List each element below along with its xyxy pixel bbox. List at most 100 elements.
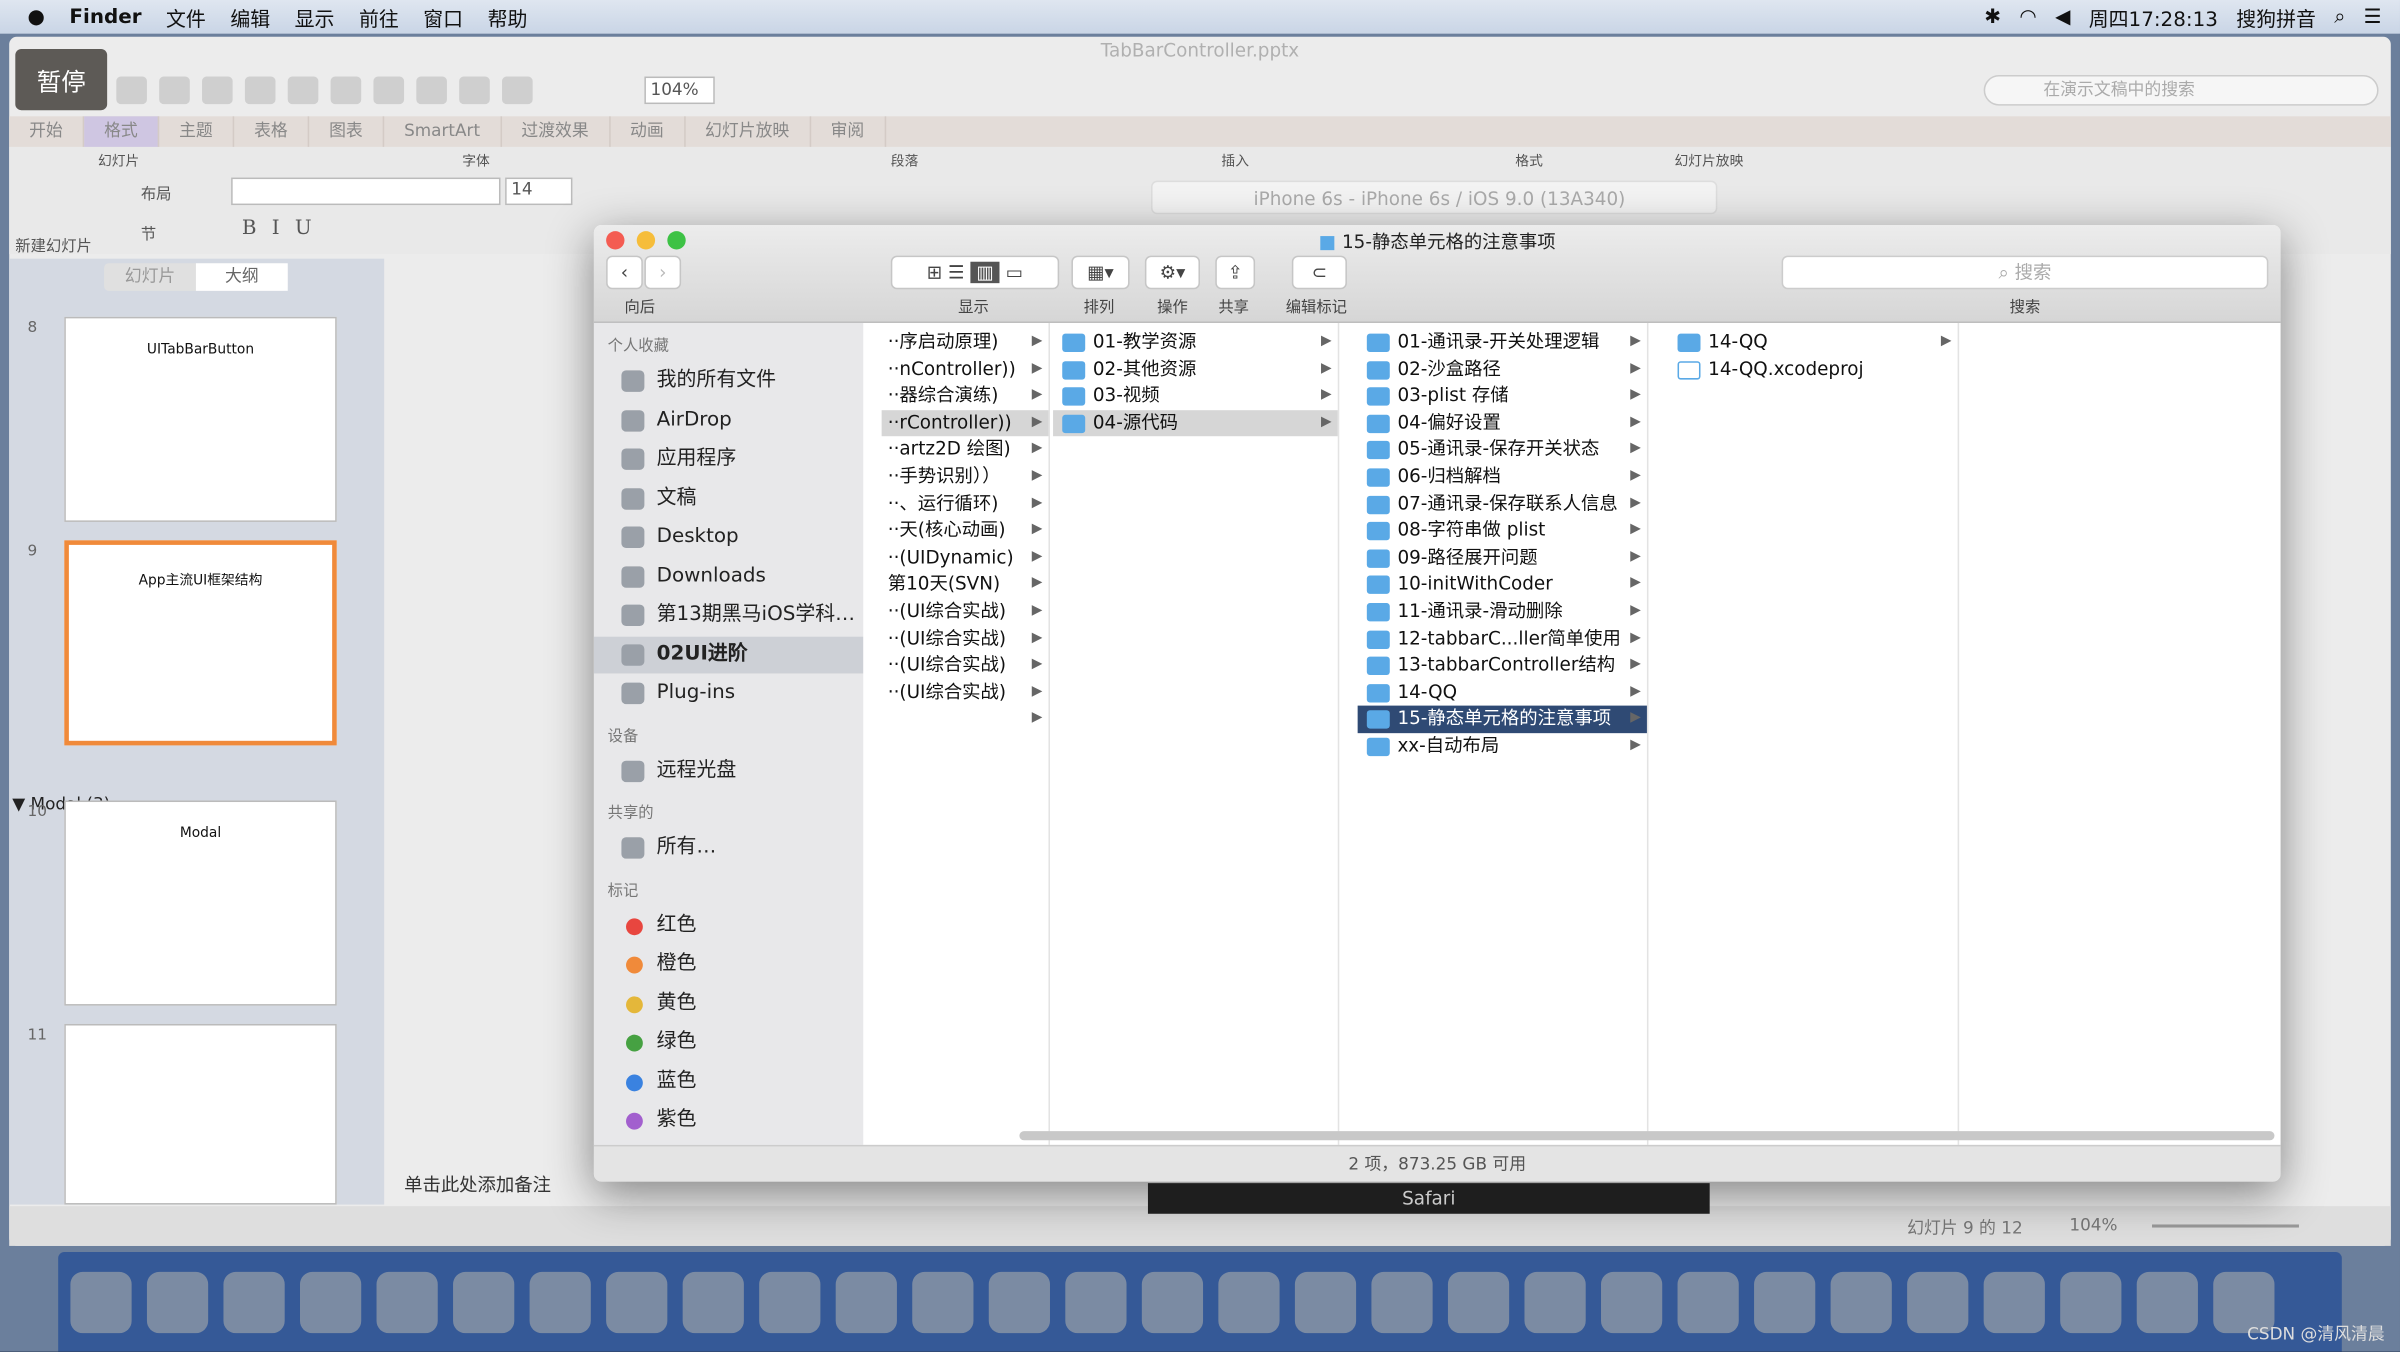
file-row[interactable]: ··序启动原理) ▶ [882, 329, 1049, 356]
paste-icon[interactable] [287, 76, 319, 105]
file-row[interactable]: 03-plist 存储 ▶ [1358, 383, 1647, 410]
menu-help[interactable]: 帮助 [488, 2, 528, 31]
dock-quicktime-icon[interactable] [988, 1271, 1050, 1333]
dock-window7-icon[interactable] [1524, 1271, 1586, 1333]
ribbon-tab[interactable]: 主题 [159, 116, 235, 147]
file-row[interactable]: 15-静态单元格的注意事项 ▶ [1357, 706, 1647, 734]
sidebar-item[interactable]: Desktop [594, 519, 863, 556]
file-row[interactable]: 04-源代码 ▶ [1053, 409, 1338, 437]
dock-console-icon[interactable] [912, 1271, 974, 1333]
sidebar-item[interactable]: 我的所有文件 [594, 363, 863, 400]
column-4[interactable]: 14-QQ ▶ 14-QQ.xcodeproj [1668, 322, 1960, 1145]
file-row[interactable]: 14-QQ ▶ [1358, 679, 1647, 706]
sidebar-item[interactable]: 02UI进阶 [593, 635, 864, 673]
dock-window6-icon[interactable] [1447, 1271, 1510, 1333]
file-row[interactable]: 06-归档解档 ▶ [1358, 464, 1647, 491]
file-row[interactable]: ▶ [882, 706, 1049, 733]
file-row[interactable]: ··(UIDynamic) ▶ [882, 545, 1049, 572]
dock-window4-icon[interactable] [1294, 1271, 1357, 1333]
file-row[interactable]: 14-QQ.xcodeproj [1668, 356, 1957, 383]
sidebar-item[interactable]: 蓝色 [594, 1063, 863, 1100]
dock-window3-icon[interactable] [1218, 1271, 1280, 1333]
file-row[interactable]: 02-其他资源 ▶ [1053, 356, 1338, 383]
dock-finder-icon[interactable] [70, 1271, 132, 1333]
file-row[interactable]: 04-偏好设置 ▶ [1358, 410, 1647, 437]
slide-thumb[interactable]: UITabBarButton [64, 316, 337, 522]
file-row[interactable]: ··(UI综合实战) ▶ [882, 625, 1049, 652]
share-icon[interactable]: ⇪ [1215, 255, 1256, 290]
menu-edit[interactable]: 编辑 [230, 2, 270, 31]
file-row[interactable]: ··天(核心动画) ▶ [882, 518, 1049, 545]
file-row[interactable]: 02-沙盒路径 ▶ [1358, 356, 1647, 383]
sidebar-item[interactable]: 远程光盘 [594, 752, 863, 789]
bluetooth-icon[interactable]: ✱ [1984, 5, 2001, 28]
font-size-input[interactable]: 14 [505, 177, 573, 206]
tag-icon[interactable]: ⊂ [1291, 255, 1347, 290]
file-row[interactable]: 01-通讯录-开关处理逻辑 ▶ [1358, 329, 1647, 356]
menu-window[interactable]: 窗口 [423, 2, 463, 31]
dock-window15-icon[interactable] [2136, 1271, 2198, 1333]
ribbon-tab[interactable]: 审阅 [811, 116, 886, 147]
dock-window11-icon[interactable] [1830, 1271, 1892, 1333]
undo-icon[interactable] [373, 76, 405, 105]
view-buttons[interactable]: ⊞ ☰ ▥ ▭ [890, 255, 1060, 290]
gear-icon[interactable]: ⚙▾ [1144, 255, 1200, 290]
dock-window9-icon[interactable] [1677, 1271, 1739, 1333]
file-row[interactable]: 11-通讯录-滑动删除 ▶ [1358, 598, 1647, 625]
sidebar-item[interactable]: 绿色 [594, 1024, 863, 1061]
dock-launchpad-icon[interactable] [146, 1271, 209, 1333]
ppt-search-input[interactable]: 在演示文稿中的搜索 [1983, 74, 2379, 106]
dock-window8-icon[interactable] [1601, 1271, 1663, 1333]
file-row[interactable]: ··(UI综合实战) ▶ [882, 652, 1049, 679]
zoom-slider[interactable] [2152, 1224, 2299, 1228]
print-icon[interactable] [159, 76, 190, 105]
ribbon-tab[interactable]: 格式 [84, 116, 160, 147]
file-row[interactable]: ··(UI综合实战) ▶ [882, 598, 1049, 625]
file-row[interactable]: ··、运行循环) ▶ [882, 491, 1049, 518]
copy-icon[interactable] [244, 76, 276, 105]
file-row[interactable]: 10-initWithCoder ▶ [1358, 572, 1647, 599]
sidebar-item[interactable]: Plug-ins [594, 675, 863, 712]
back-button[interactable]: ‹ [606, 255, 643, 290]
sidebar-item[interactable]: 应用程序 [594, 441, 863, 478]
format-painter-icon[interactable] [330, 76, 362, 105]
dock-window2-icon[interactable] [1141, 1271, 1204, 1333]
sidebar-item[interactable]: AirDrop [594, 402, 863, 439]
horizontal-scrollbar[interactable] [1019, 1131, 2275, 1141]
file-row[interactable]: 05-通讯录-保存开关状态 ▶ [1358, 437, 1647, 464]
dock-instruments-icon[interactable] [529, 1271, 591, 1333]
sidebar-item[interactable]: 红色 [594, 907, 863, 944]
section-button[interactable]: 节 [141, 220, 156, 244]
ribbon-tab[interactable]: 开始 [9, 116, 85, 147]
new-slide-button[interactable]: 新建幻灯片 [15, 233, 92, 256]
dock-safari-icon[interactable] [223, 1271, 285, 1333]
ribbon-tab[interactable]: 图表 [309, 116, 385, 147]
file-row[interactable]: ··rController)) ▶ [881, 409, 1049, 437]
column-1[interactable]: ··序启动原理) ▶ ··nController)) ▶ ··器综合演练) ▶ ··rCon… [881, 322, 1050, 1145]
file-row[interactable]: 09-路径展开问题 ▶ [1358, 545, 1647, 572]
file-row[interactable]: 14-QQ ▶ [1668, 329, 1957, 356]
zoom-select[interactable]: 104% [644, 76, 715, 105]
file-row[interactable]: 01-教学资源 ▶ [1053, 329, 1338, 356]
clock[interactable]: 周四17:28:13 [2089, 2, 2218, 31]
dock-window14-icon[interactable] [2060, 1271, 2122, 1333]
slide-thumb[interactable]: Modal [64, 800, 337, 1006]
dock-window1-icon[interactable] [1065, 1271, 1127, 1333]
sidebar-item[interactable]: 所有… [594, 830, 863, 867]
ribbon-tab[interactable]: 动画 [610, 116, 686, 147]
finder-search-input[interactable]: ⌕ 搜索 [1781, 255, 2269, 290]
sidebar-item[interactable]: 第13期黑马iOS学科… [594, 597, 863, 634]
sidebar-item[interactable]: Downloads [594, 558, 863, 595]
sidebar-item[interactable]: 橙色 [594, 946, 863, 983]
file-row[interactable]: ··artz2D 绘图) ▶ [882, 437, 1049, 464]
sidebar-item[interactable]: 黄色 [594, 985, 863, 1022]
apple-icon[interactable]: ● [28, 5, 45, 28]
layout-button[interactable]: 布局 [141, 181, 172, 204]
file-row[interactable]: ··(UI综合实战) ▶ [882, 679, 1049, 706]
tab-slides[interactable]: 幻灯片 [104, 263, 196, 291]
file-row[interactable]: 12-tabbarC...ller简单使用 ▶ [1358, 625, 1647, 652]
dock-xcode-icon[interactable] [453, 1271, 515, 1333]
spotlight-icon[interactable]: ⌕ [2334, 5, 2345, 28]
column-3[interactable]: 01-通讯录-开关处理逻辑 ▶ 02-沙盒路径 ▶ 03-plist 存储 ▶ 04-偏好设… [1357, 322, 1649, 1145]
dock-window12-icon[interactable] [1907, 1271, 1969, 1333]
